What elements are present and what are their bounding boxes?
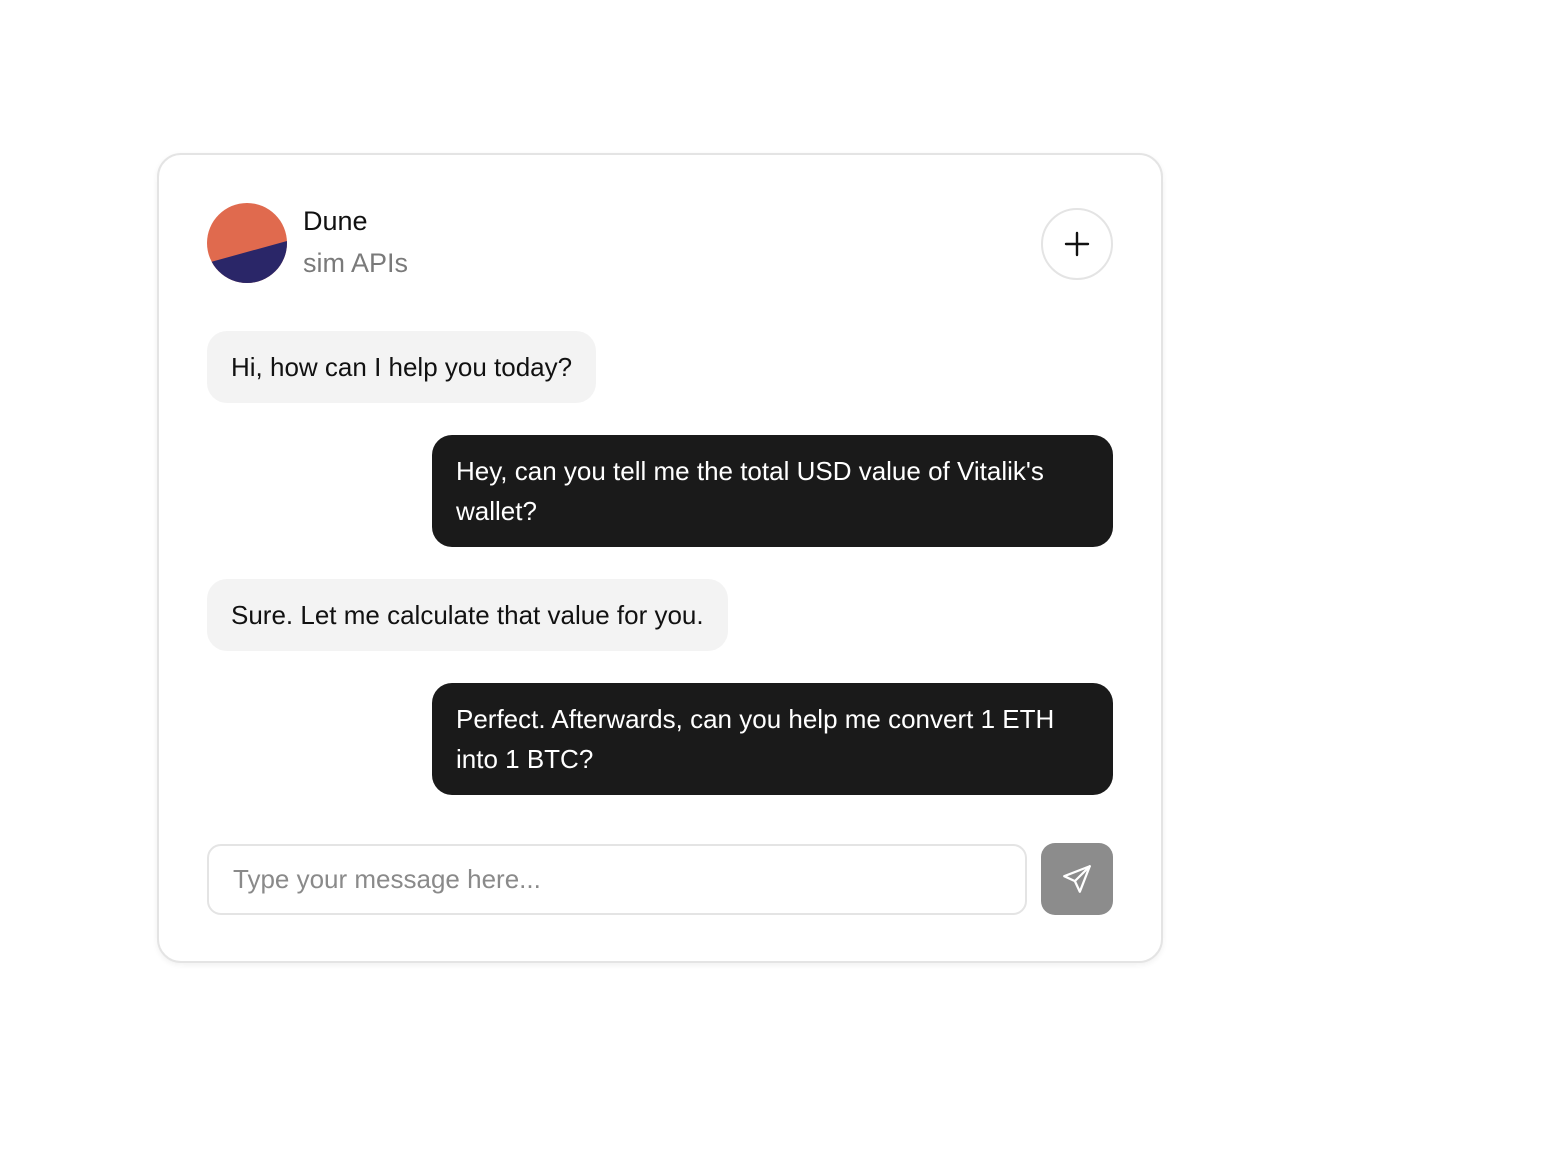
avatar [207, 203, 287, 283]
new-chat-button[interactable] [1041, 208, 1113, 280]
chat-header: Dune sim APIs [207, 203, 1113, 285]
chat-subtitle: sim APIs [303, 248, 409, 278]
plus-icon [1064, 231, 1090, 257]
composer [207, 843, 1113, 915]
bot-message: Hi, how can I help you today? [207, 331, 597, 403]
user-message: Hey, can you tell me the total USD value… [432, 435, 1113, 547]
avatar-logo-icon [207, 203, 287, 283]
chat-title: Dune [303, 206, 368, 236]
send-button[interactable] [1041, 843, 1113, 915]
chat-card: Dune sim APIs Hi, how can I help you tod… [157, 153, 1163, 963]
bot-message: Sure. Let me calculate that value for yo… [207, 579, 728, 651]
user-message: Perfect. Afterwards, can you help me con… [432, 683, 1113, 795]
message-input[interactable] [207, 844, 1027, 915]
send-icon [1063, 865, 1091, 893]
title-block: Dune sim APIs [303, 205, 408, 279]
